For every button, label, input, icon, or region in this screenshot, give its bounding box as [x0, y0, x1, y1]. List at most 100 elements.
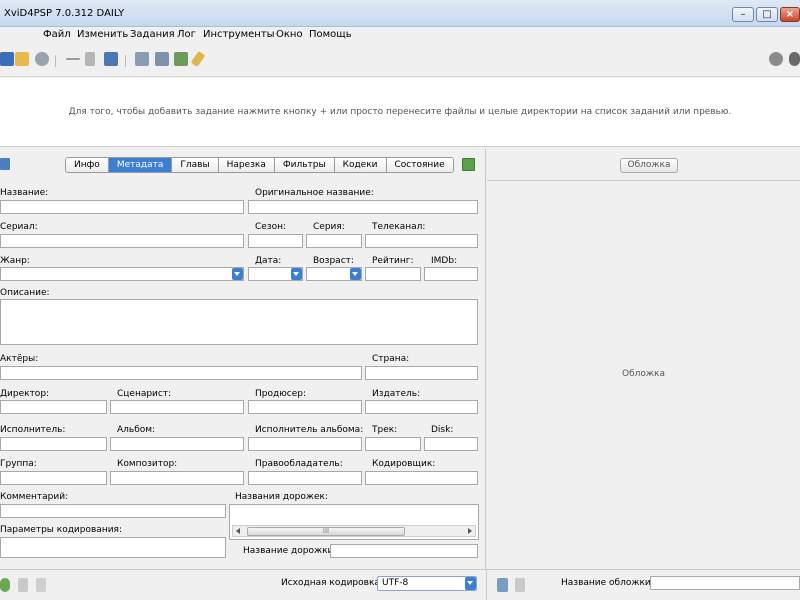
channel-label: Телеканал:: [372, 222, 426, 232]
original-title-label: Оригинальное название:: [255, 188, 374, 198]
comment-field[interactable]: [0, 504, 226, 518]
menu-edit[interactable]: Изменить: [77, 29, 128, 40]
chevron-down-icon: [350, 268, 361, 280]
remove-icon[interactable]: [66, 58, 80, 60]
minimize-button[interactable]: –: [732, 7, 754, 22]
status-bar: Исходная кодировка: UTF-8 Название облож…: [0, 569, 800, 600]
save-task-icon[interactable]: [104, 52, 118, 66]
menu-file[interactable]: Файл: [43, 29, 71, 40]
screenwriter-field[interactable]: [110, 400, 244, 414]
imdb-label: IMDb:: [431, 256, 458, 266]
imdb-field[interactable]: [424, 267, 478, 281]
globe-icon[interactable]: [0, 578, 10, 592]
scroll-right-icon[interactable]: [468, 528, 472, 534]
encoding-label: Исходная кодировка:: [281, 578, 383, 588]
scroll-left-icon[interactable]: [236, 528, 240, 534]
image-icon[interactable]: [174, 52, 188, 66]
date-select[interactable]: [248, 267, 303, 281]
cover-image-area[interactable]: Обложка: [487, 180, 800, 569]
genre-select[interactable]: [0, 267, 244, 281]
tab-strip: Инфо Метадата Главы Нарезка Фильтры Коде…: [65, 157, 454, 173]
panel-menu-icon[interactable]: [0, 158, 10, 170]
horizontal-scrollbar[interactable]: III: [232, 525, 476, 537]
director-field[interactable]: [0, 400, 107, 414]
cover-placeholder-text: Обложка: [622, 369, 665, 379]
menu-tasks[interactable]: Задания: [130, 29, 175, 40]
disk-field[interactable]: [424, 437, 478, 451]
settings-gear-icon[interactable]: [769, 52, 783, 66]
disc-icon[interactable]: [35, 52, 49, 66]
export-metadata-icon[interactable]: [462, 158, 475, 171]
channel-field[interactable]: [365, 234, 478, 248]
encoding-value: UTF-8: [382, 578, 409, 588]
group-label: Группа:: [0, 459, 37, 469]
tab-codecs[interactable]: Кодеки: [334, 158, 387, 172]
paste-icon[interactable]: [36, 578, 46, 592]
episode-field[interactable]: [306, 234, 362, 248]
toolbar-separator: [55, 55, 56, 67]
encoding-params-field[interactable]: [0, 537, 226, 558]
performer-field[interactable]: [0, 437, 107, 451]
group-field[interactable]: [0, 471, 107, 485]
menu-log[interactable]: Лог: [177, 29, 196, 40]
performer-label: Исполнитель:: [0, 425, 66, 435]
actors-field[interactable]: [0, 366, 362, 380]
split-icon[interactable]: [155, 52, 169, 66]
track-name-field[interactable]: [330, 544, 478, 558]
preview-eye-icon[interactable]: [789, 52, 800, 66]
season-field[interactable]: [248, 234, 303, 248]
composer-field[interactable]: [110, 471, 244, 485]
director-label: Директор:: [0, 389, 50, 399]
maximize-icon: □: [762, 9, 772, 20]
description-field[interactable]: [0, 299, 478, 345]
rating-field[interactable]: [365, 267, 421, 281]
trash-icon[interactable]: [85, 52, 95, 66]
chevron-down-icon: [291, 268, 302, 280]
trash-icon[interactable]: [18, 578, 28, 592]
tab-cutting[interactable]: Нарезка: [218, 158, 275, 172]
publisher-label: Издатель:: [372, 389, 421, 399]
series-field[interactable]: [0, 234, 244, 248]
tab-info[interactable]: Инфо: [66, 158, 109, 172]
tab-status[interactable]: Состояние: [386, 158, 453, 172]
tab-chapters[interactable]: Главы: [172, 158, 219, 172]
track-number-field[interactable]: [365, 437, 421, 451]
producer-field[interactable]: [248, 400, 362, 414]
country-field[interactable]: [365, 366, 478, 380]
disk-label: Disk:: [431, 425, 454, 435]
title-field[interactable]: [0, 200, 244, 214]
age-select[interactable]: [306, 267, 362, 281]
delete-cover-icon[interactable]: [515, 578, 525, 592]
description-label: Описание:: [0, 288, 50, 298]
cover-name-field[interactable]: [650, 576, 800, 590]
album-artist-field[interactable]: [248, 437, 362, 451]
metadata-panel: Инфо Метадата Главы Нарезка Фильтры Коде…: [0, 149, 486, 569]
menu-window[interactable]: Окно: [276, 29, 303, 40]
original-title-field[interactable]: [248, 200, 478, 214]
save-cover-icon[interactable]: [497, 578, 508, 592]
comment-label: Комментарий:: [0, 492, 69, 502]
menu-help[interactable]: Помощь: [309, 29, 352, 40]
cover-button[interactable]: Обложка: [620, 158, 678, 173]
maximize-button[interactable]: □: [756, 7, 778, 22]
track-names-list[interactable]: III: [229, 504, 479, 540]
task-drop-area[interactable]: Для того, чтобы добавить задание нажмите…: [0, 78, 800, 147]
chevron-down-icon: [465, 577, 476, 590]
copyright-field[interactable]: [248, 471, 362, 485]
save-icon[interactable]: [0, 52, 14, 66]
edit-pencil-icon[interactable]: [190, 50, 206, 68]
close-button[interactable]: ×: [780, 7, 800, 22]
encoder-field[interactable]: [365, 471, 478, 485]
encoding-select[interactable]: UTF-8: [377, 576, 477, 591]
album-field[interactable]: [110, 437, 244, 451]
tab-metadata[interactable]: Метадата: [108, 158, 173, 172]
open-folder-icon[interactable]: [15, 52, 29, 66]
date-label: Дата:: [255, 256, 282, 266]
track-names-label: Названия дорожек:: [235, 492, 328, 502]
tab-filters[interactable]: Фильтры: [274, 158, 335, 172]
publisher-field[interactable]: [365, 400, 478, 414]
copy-icon[interactable]: [135, 52, 149, 66]
scrollbar-thumb[interactable]: III: [247, 527, 405, 536]
menu-tools[interactable]: Инструменты: [203, 29, 275, 40]
season-label: Сезон:: [255, 222, 287, 232]
